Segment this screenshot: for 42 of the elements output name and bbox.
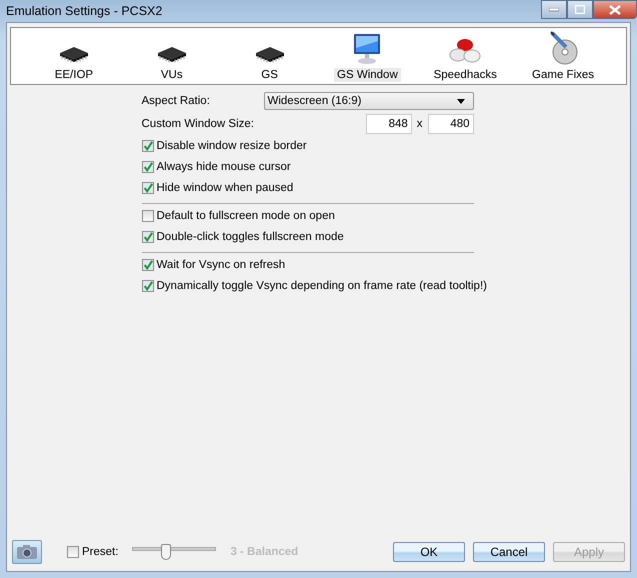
option-label: Dynamically toggle Vsync depending on frame rate (read tooltip!) [156,280,487,292]
settings-tab[interactable]: GS Window [334,68,401,82]
checkbox[interactable] [142,210,154,222]
camera-icon [16,544,38,560]
dialog-button[interactable]: Cancel [473,542,545,562]
option-label: Disable window resize border [156,140,307,152]
settings-tab[interactable]: Speedhacks [430,68,500,82]
option-label: Always hide mouse cursor [156,161,291,173]
settings-tab[interactable]: Game Fixes [529,68,598,82]
dialog-button[interactable]: OK [393,542,465,562]
maximize-icon [575,5,585,14]
preset-slider[interactable] [132,544,216,560]
minimize-icon [549,8,559,12]
close-icon [609,4,621,14]
close-button[interactable] [593,0,637,19]
caret-icon [456,98,464,104]
settings-tab[interactable]: VUs [158,68,186,82]
screenshot-button[interactable] [12,540,42,564]
option-label: Wait for Vsync on refresh [156,259,286,271]
window-title: Emulation Settings - PCSX2 [6,4,162,18]
preset-label: Preset: [82,546,118,558]
checkbox[interactable] [142,280,154,292]
maximize-button[interactable] [567,0,593,19]
minimize-button[interactable] [541,0,567,19]
width-field[interactable]: 848 [366,114,412,134]
height-field[interactable]: 480 [428,114,474,134]
checkbox[interactable] [142,231,154,243]
settings-tab[interactable]: EE/IOP [52,68,96,82]
disc-syringe-icon [548,31,578,65]
option-label: Hide window when paused [156,182,294,194]
checkbox[interactable] [142,140,154,152]
option-label: Default to fullscreen mode on open [156,210,335,222]
aspect-ratio-dropdown[interactable]: Widescreen (16:9) [264,92,474,110]
option-label: Double-click toggles fullscreen mode [156,231,344,243]
settings-tab[interactable]: GS [258,68,281,82]
checkbox[interactable] [142,259,154,271]
checkbox[interactable] [142,182,154,194]
checkbox[interactable] [142,161,154,173]
window-size-label: Custom Window Size: [142,118,254,130]
monitor-icon [352,33,382,65]
size-separator: x [416,118,422,130]
aspect-ratio-label: Aspect Ratio: [142,95,210,107]
